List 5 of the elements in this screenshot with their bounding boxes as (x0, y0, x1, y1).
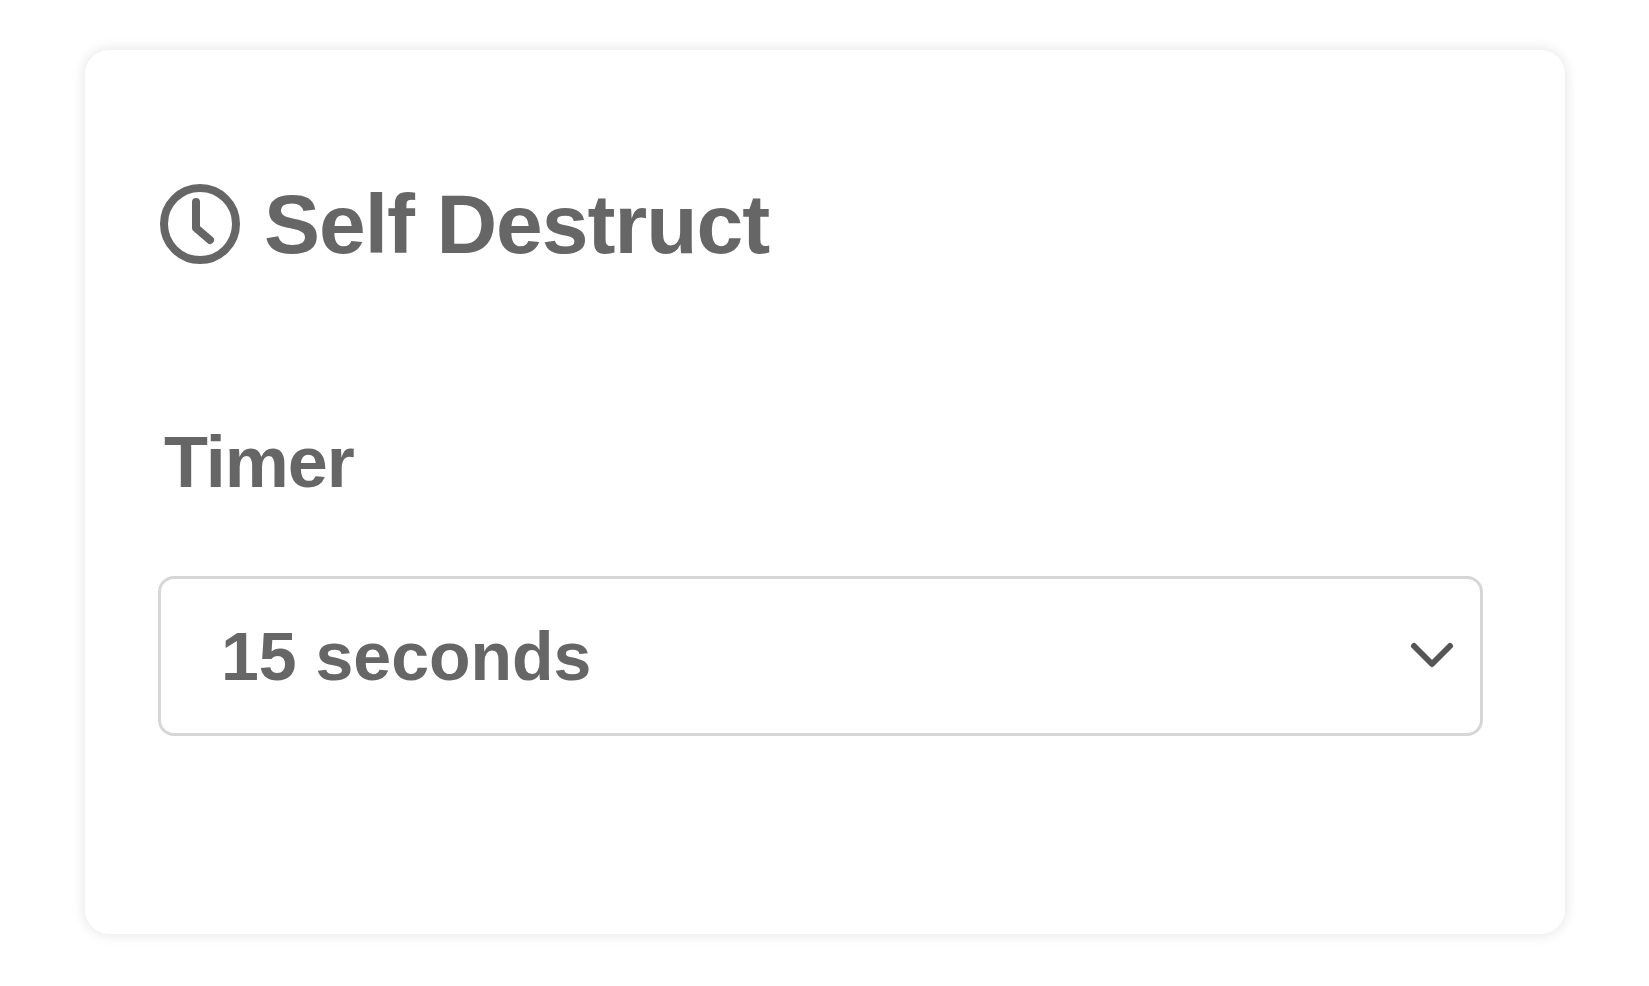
timer-label: Timer (164, 426, 354, 498)
card-title: Self Destruct (264, 182, 770, 266)
chevron-down-icon (1410, 642, 1454, 670)
clock-icon (158, 182, 242, 266)
timer-select[interactable]: 15 seconds (158, 576, 1483, 736)
